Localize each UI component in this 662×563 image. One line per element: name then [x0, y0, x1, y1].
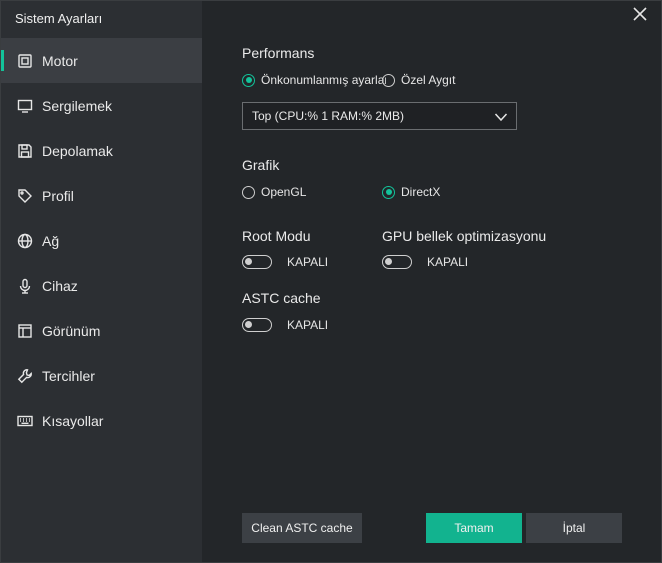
sidebar-item-kisayollar[interactable]: Kısayollar: [1, 398, 202, 443]
astc-cache-toggle-row: KAPALI: [242, 318, 328, 332]
sidebar-item-label: Ağ: [42, 232, 60, 249]
chevron-down-icon: [494, 110, 508, 124]
root-mode-toggle[interactable]: [242, 255, 272, 269]
sidebar-item-label: Sergilemek: [42, 97, 113, 114]
gpu-optimization-state: KAPALI: [427, 255, 469, 269]
sidebar-item-cihaz[interactable]: Cihaz: [1, 263, 202, 308]
tag-icon: [16, 187, 34, 205]
layout-icon: [16, 322, 34, 340]
performance-title: Performans: [242, 45, 315, 61]
sidebar-item-label: Görünüm: [42, 322, 101, 339]
sidebar-item-label: Depolamak: [42, 142, 113, 159]
sidebar-item-label: Profil: [42, 187, 74, 204]
sidebar-item-sergilemek[interactable]: Sergilemek: [1, 83, 202, 128]
microphone-icon: [16, 277, 34, 295]
radio-preset[interactable]: Önkonumlanmış ayarlar: [242, 73, 386, 87]
sidebar-item-label: Cihaz: [42, 277, 78, 294]
root-mode-state: KAPALI: [287, 255, 329, 269]
ok-button[interactable]: Tamam: [426, 513, 522, 543]
sidebar-item-label: Tercihler: [42, 367, 95, 384]
sidebar-item-profil[interactable]: Profil: [1, 173, 202, 218]
radio-opengl[interactable]: OpenGL: [242, 185, 306, 199]
radio-button-selected[interactable]: [242, 73, 255, 87]
settings-window: Sistem Ayarları Motor Sergilemek Depolam…: [0, 0, 662, 563]
radio-button-selected[interactable]: [382, 185, 395, 199]
save-icon: [16, 142, 34, 160]
graphics-title: Grafik: [242, 157, 280, 173]
radio-directx[interactable]: DirectX: [382, 185, 440, 199]
sidebar: Sistem Ayarları Motor Sergilemek Depolam…: [1, 1, 202, 562]
radio-custom-label: Özel Aygıt: [401, 73, 456, 87]
root-mode-title: Root Modu: [242, 228, 311, 244]
performance-select[interactable]: Top (CPU:% 1 RAM:% 2MB): [242, 102, 517, 130]
sidebar-item-label: Kısayollar: [42, 412, 104, 429]
window-title: Sistem Ayarları: [15, 11, 103, 26]
radio-opengl-label: OpenGL: [261, 185, 307, 199]
gpu-optimization-toggle[interactable]: [382, 255, 412, 269]
cancel-button[interactable]: İptal: [526, 513, 622, 543]
gpu-optimization-toggle-row: KAPALI: [382, 255, 468, 269]
sidebar-item-motor[interactable]: Motor: [1, 38, 202, 83]
keyboard-icon: [16, 412, 34, 430]
radio-directx-label: DirectX: [401, 185, 441, 199]
radio-preset-label: Önkonumlanmış ayarlar: [261, 73, 386, 87]
sidebar-item-gorunum[interactable]: Görünüm: [1, 308, 202, 353]
globe-icon: [16, 232, 34, 250]
astc-cache-toggle[interactable]: [242, 318, 272, 332]
sidebar-item-depolamak[interactable]: Depolamak: [1, 128, 202, 173]
chip-icon: [16, 52, 34, 70]
performance-select-value: Top (CPU:% 1 RAM:% 2MB): [252, 109, 405, 123]
sidebar-item-ag[interactable]: Ağ: [1, 218, 202, 263]
sidebar-item-label: Motor: [42, 52, 78, 69]
astc-cache-title: ASTC cache: [242, 290, 321, 306]
astc-cache-state: KAPALI: [287, 318, 329, 332]
sidebar-item-tercihler[interactable]: Tercihler: [1, 353, 202, 398]
root-mode-toggle-row: KAPALI: [242, 255, 328, 269]
radio-button[interactable]: [382, 73, 395, 87]
monitor-icon: [16, 97, 34, 115]
settings-content: Performans Önkonumlanmış ayarlar Özel Ay…: [202, 1, 661, 562]
wrench-icon: [16, 367, 34, 385]
gpu-optimization-title: GPU bellek optimizasyonu: [382, 228, 547, 244]
radio-custom-device[interactable]: Özel Aygıt: [382, 73, 455, 87]
sidebar-nav: Motor Sergilemek Depolamak Profil Ağ Cih…: [1, 38, 202, 443]
radio-button[interactable]: [242, 185, 255, 199]
clean-astc-cache-button[interactable]: Clean ASTC cache: [242, 513, 362, 543]
